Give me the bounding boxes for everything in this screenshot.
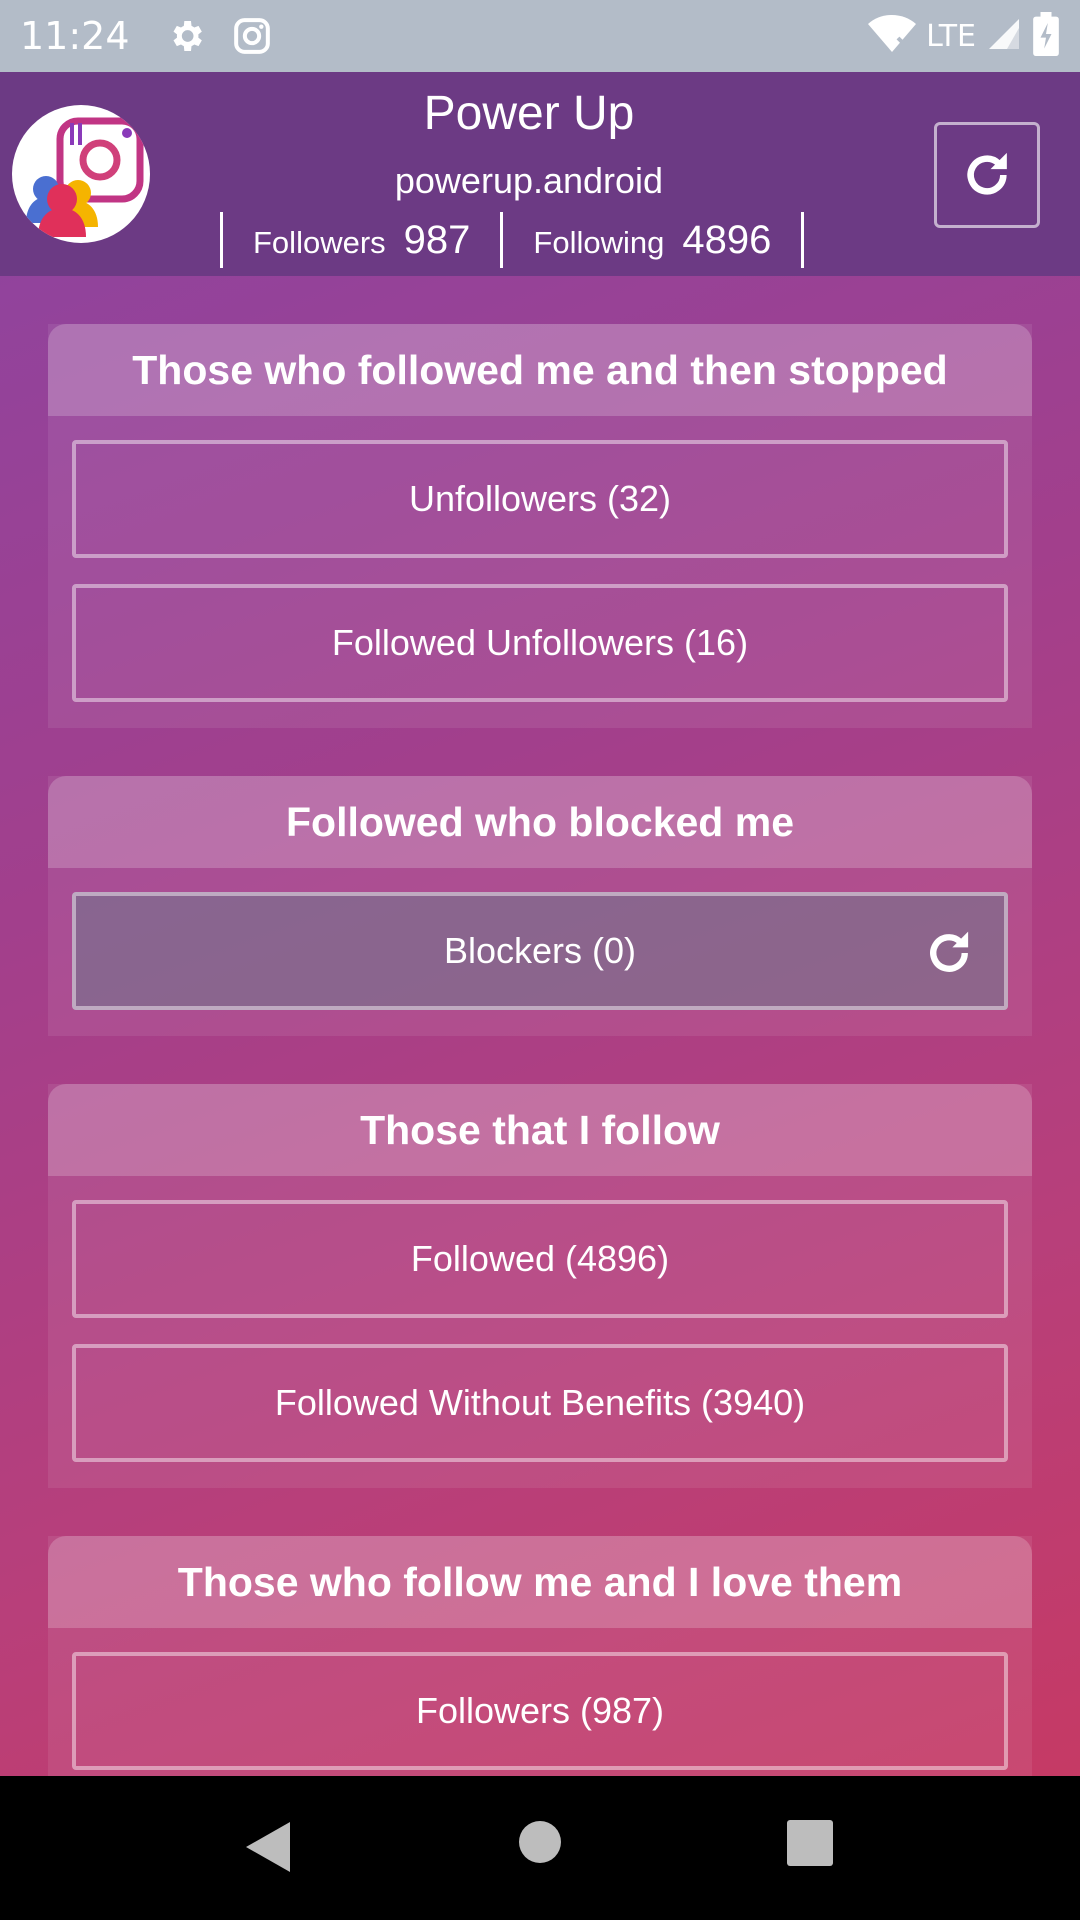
wifi-icon: [868, 14, 917, 59]
account-username: powerup.android: [394, 160, 664, 201]
status-bar: 11:24 LTE: [0, 0, 1080, 72]
section-title: Those who follow me and I love them: [48, 1536, 1032, 1628]
navigation-bar: [0, 1776, 1080, 1920]
divider: [801, 212, 805, 268]
recent-apps-icon[interactable]: [787, 1820, 833, 1866]
followers-button[interactable]: Followers (987): [72, 1652, 1008, 1770]
followers-stat: Followers 987: [223, 218, 500, 263]
app-title: Power Up: [423, 87, 635, 140]
stats-bar: Followers 987 Following 4896: [220, 212, 805, 268]
section-title: Followed who blocked me: [48, 776, 1032, 868]
blockers-label: Blockers (0): [443, 930, 637, 971]
followed-unfollowers-button[interactable]: Followed Unfollowers (16): [72, 584, 1008, 702]
signal-icon: [986, 16, 1022, 57]
section-title: Those that I follow: [48, 1084, 1032, 1176]
network-type: LTE: [926, 18, 976, 54]
followers-label: Followers: [253, 224, 386, 260]
section-following: Those that I follow Followed (4896) Foll…: [48, 1084, 1032, 1488]
unfollowers-button[interactable]: Unfollowers (32): [72, 440, 1008, 558]
gear-icon: [164, 14, 208, 58]
following-count: 4896: [682, 217, 772, 262]
followers-count: 987: [403, 217, 471, 262]
followed-without-benefits-button[interactable]: Followed Without Benefits (3940): [72, 1344, 1008, 1462]
section-blockers: Followed who blocked me Blockers (0): [48, 776, 1032, 1036]
back-icon[interactable]: [244, 1820, 292, 1874]
section-title: Those who followed me and then stopped: [48, 324, 1032, 416]
refresh-icon[interactable]: [922, 926, 976, 980]
battery-icon: [1032, 11, 1060, 61]
home-icon[interactable]: [518, 1820, 562, 1864]
status-time: 11:24: [20, 14, 130, 58]
following-label: Following: [533, 224, 665, 260]
refresh-button[interactable]: [934, 122, 1040, 228]
app-header: Power Up powerup.android Followers 987 F…: [0, 72, 1080, 276]
section-followers: Those who follow me and I love them Foll…: [48, 1536, 1032, 1776]
followed-button[interactable]: Followed (4896): [72, 1200, 1008, 1318]
section-unfollowers: Those who followed me and then stopped U…: [48, 324, 1032, 728]
following-stat: Following 4896: [503, 218, 801, 263]
refresh-icon: [967, 152, 1007, 195]
instagram-icon: [230, 14, 274, 58]
blockers-button[interactable]: Blockers (0): [72, 892, 1008, 1010]
